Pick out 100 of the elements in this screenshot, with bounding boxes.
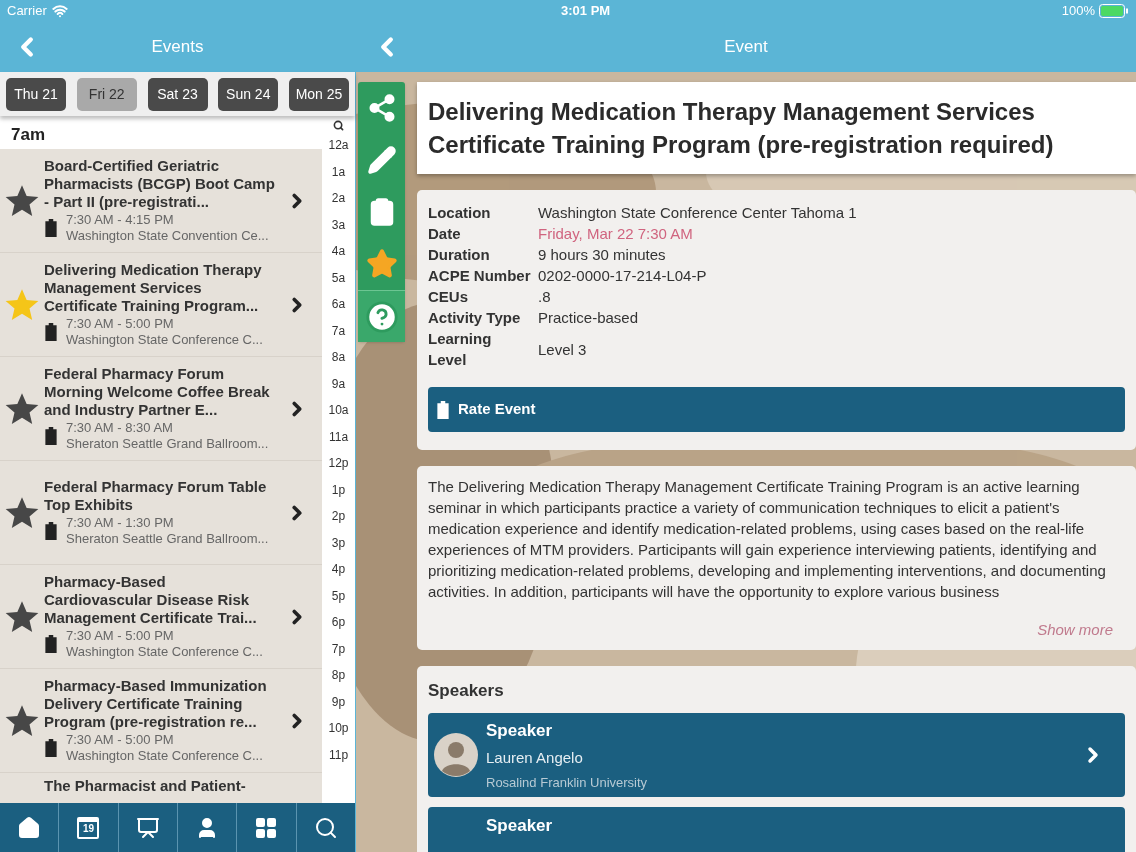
detail-label: ACPE Number bbox=[428, 266, 532, 286]
hour-index[interactable]: 10p bbox=[328, 720, 349, 747]
detail-value: .8 bbox=[538, 287, 552, 307]
detail-value: 0202-0000-17-214-L04-P bbox=[538, 266, 708, 286]
event-title: Pharmacy-Based Cardiovascular Disease Risk Management Certificate Trai... bbox=[44, 573, 258, 627]
event-title: Delivering Medication Therapy Management Services Certificate Training Program (pre-registration required) bbox=[428, 97, 1055, 160]
battery-icon bbox=[1099, 4, 1129, 18]
speaker-row[interactable]: Speaker bbox=[428, 807, 1125, 852]
event-row[interactable]: Pharmacy-Based Immunization Delivery Certificate Training Program (pre-registration re... 7:30 AM - 5:00 PM Washington State Conference C... bbox=[0, 669, 322, 773]
detail-label: CEUs bbox=[428, 287, 469, 307]
clipboard-icon bbox=[44, 635, 58, 653]
hour-index[interactable]: 8p bbox=[331, 667, 346, 694]
hour-index[interactable]: 11a bbox=[328, 428, 349, 455]
help-icon[interactable] bbox=[364, 299, 399, 334]
event-row[interactable]: Pharmacy-Based Cardiovascular Disease Risk Management Certificate Trai... 7:30 AM - 5:00 PM Washington State Conference C... bbox=[0, 565, 322, 669]
speaker-role: Speaker bbox=[486, 815, 554, 837]
hour-index[interactable]: 5p bbox=[331, 587, 346, 614]
clock: 3:01 PM bbox=[561, 2, 611, 21]
hour-index[interactable]: 9a bbox=[331, 375, 346, 402]
search-icon[interactable] bbox=[313, 815, 338, 840]
event-title: Board-Certified Geriatric Pharmacists (BCGP) Boot Camp - Part II (pre-registrati... bbox=[44, 157, 276, 211]
detail-label: Duration bbox=[428, 245, 491, 265]
event-location: Sheraton Seattle Grand Ballroom... bbox=[66, 531, 269, 547]
event-title: Pharmacy-Based Immunization Delivery Certificate Training Program (pre-registration re... bbox=[44, 677, 268, 731]
hour-index[interactable]: 4a bbox=[331, 243, 346, 270]
day-tab[interactable]: Mon 25 bbox=[289, 77, 349, 111]
event-time: 7:30 AM - 5:00 PM bbox=[66, 628, 175, 644]
speaker-name: Lauren Angelo bbox=[486, 748, 584, 769]
hour-index[interactable]: 8a bbox=[331, 349, 346, 376]
event-time: 7:30 AM - 4:15 PM bbox=[66, 212, 175, 228]
search-icon[interactable] bbox=[333, 120, 344, 131]
event-location: Washington State Conference C... bbox=[66, 332, 263, 348]
speaker-role: Speaker bbox=[486, 719, 554, 742]
battery-percent: 100% bbox=[1061, 2, 1095, 21]
event-time: 7:30 AM - 5:00 PM bbox=[66, 732, 175, 748]
hour-index[interactable]: 2a bbox=[331, 190, 346, 217]
event-row[interactable]: Delivering Medication Therapy Management Services Certificate Training Program... 7:30 AM - 5:00 PM Washington State Conference C... bbox=[0, 253, 322, 357]
detail-label: Learning Level bbox=[428, 329, 493, 370]
description-text: The Delivering Medication Therapy Management Certificate Training Program is an active learning seminar in which participants practice a variety of communication techniques to elicit a patient's medication experience and identify medication-related problems, using cases based on the real-life experiences of MTM providers. Participants will gain experience interviewing patients, identifying and prioritizing medication-related problems, developing and implementing interventions, and documenting activities. In addition, participants will have the opportunity to explore various business bbox=[428, 477, 1107, 602]
home-icon[interactable] bbox=[17, 815, 42, 840]
avatar bbox=[434, 733, 478, 777]
event-location: Washington State Conference C... bbox=[66, 748, 263, 764]
calendar-icon[interactable]: 19 bbox=[77, 816, 100, 839]
day-tab[interactable]: Fri 22 bbox=[76, 77, 137, 111]
hour-index[interactable]: 7p bbox=[331, 640, 346, 667]
event-row[interactable]: Federal Pharmacy Forum Table Top Exhibits 7:30 AM - 1:30 PM Sheraton Seattle Grand Ballroom... bbox=[0, 461, 322, 565]
clipboard-icon bbox=[44, 427, 58, 445]
hour-index[interactable]: 9p bbox=[331, 693, 346, 720]
event-row[interactable]: Board-Certified Geriatric Pharmacists (BCGP) Boot Camp - Part II (pre-registrati... 7:30 AM - 4:15 PM Washington State Convention Ce... bbox=[0, 149, 322, 253]
pencil-icon[interactable] bbox=[366, 145, 397, 175]
event-time: 7:30 AM - 5:00 PM bbox=[66, 316, 175, 332]
event-title: Federal Pharmacy Forum Table Top Exhibits bbox=[44, 478, 268, 514]
hour-index[interactable]: 5a bbox=[331, 269, 346, 296]
header-title: Event bbox=[724, 36, 768, 59]
event-title: The Pharmacist and Patient- bbox=[44, 777, 247, 795]
detail-value: Level 3 bbox=[538, 339, 588, 360]
event-row[interactable]: Federal Pharmacy Forum Morning Welcome Coffee Break and Industry Partner E... 7:30 AM - 8:30 AM Sheraton Seattle Grand Ballroom... bbox=[0, 357, 322, 461]
star-icon[interactable] bbox=[365, 248, 398, 280]
detail-value: Friday, Mar 22 7:30 AM bbox=[538, 224, 694, 244]
day-tab[interactable]: Sat 23 bbox=[147, 77, 208, 111]
event-time: 7:30 AM - 8:30 AM bbox=[66, 420, 174, 436]
hour-index[interactable]: 1p bbox=[331, 481, 346, 508]
hour-index[interactable]: 1a bbox=[331, 163, 346, 190]
rate-event-button[interactable]: Rate Event bbox=[428, 387, 1125, 432]
detail-label: Date bbox=[428, 224, 462, 244]
hour-index[interactable]: 4p bbox=[331, 561, 346, 588]
hour-index[interactable]: 6a bbox=[331, 296, 346, 323]
hour-index[interactable]: 6p bbox=[331, 614, 346, 641]
grid-icon[interactable] bbox=[254, 815, 279, 840]
day-tab[interactable]: Thu 21 bbox=[6, 77, 66, 111]
clipboard-icon bbox=[44, 739, 58, 757]
hour-index[interactable]: 7a bbox=[331, 322, 346, 349]
hour-index[interactable]: 2p bbox=[331, 508, 346, 535]
header-title: Events bbox=[151, 36, 204, 59]
event-location: Washington State Convention Ce... bbox=[66, 228, 269, 244]
hour-index[interactable]: 12p bbox=[328, 455, 349, 482]
wifi-icon bbox=[51, 3, 68, 19]
hour-index[interactable]: 11p bbox=[328, 746, 349, 773]
hour-index[interactable]: 3p bbox=[331, 534, 346, 561]
speaker-affiliation: Rosalind Franklin University bbox=[486, 773, 649, 792]
detail-value: Washington State Conference Center Tahoma 1 bbox=[538, 203, 858, 223]
speaker-row[interactable]: Speaker Lauren Angelo Rosalind Franklin University bbox=[428, 713, 1125, 797]
clipboard-icon bbox=[436, 400, 450, 419]
hour-index[interactable]: 10a bbox=[328, 402, 349, 429]
event-time: 7:30 AM - 1:30 PM bbox=[66, 515, 175, 531]
clipboard-icon bbox=[44, 219, 58, 237]
event-location: Sheraton Seattle Grand Ballroom... bbox=[66, 436, 269, 452]
current-hour: 7am bbox=[10, 124, 47, 146]
day-tab[interactable]: Sun 24 bbox=[218, 77, 279, 111]
clipboard-icon bbox=[44, 323, 58, 341]
detail-value: 9 hours 30 minutes bbox=[538, 245, 667, 265]
event-location: Washington State Conference C... bbox=[66, 644, 263, 660]
presenter-icon[interactable] bbox=[135, 815, 160, 840]
event-title: Federal Pharmacy Forum Morning Welcome Coffee Break and Industry Partner E... bbox=[44, 365, 271, 419]
clipboard-icon bbox=[44, 522, 58, 540]
hour-index[interactable]: 12a bbox=[328, 137, 349, 164]
hour-index[interactable]: 3a bbox=[331, 216, 346, 243]
event-title: Delivering Medication Therapy Management Services Certificate Training Program... bbox=[44, 261, 263, 315]
detail-label: Activity Type bbox=[428, 308, 522, 328]
detail-label: Location bbox=[428, 203, 492, 223]
